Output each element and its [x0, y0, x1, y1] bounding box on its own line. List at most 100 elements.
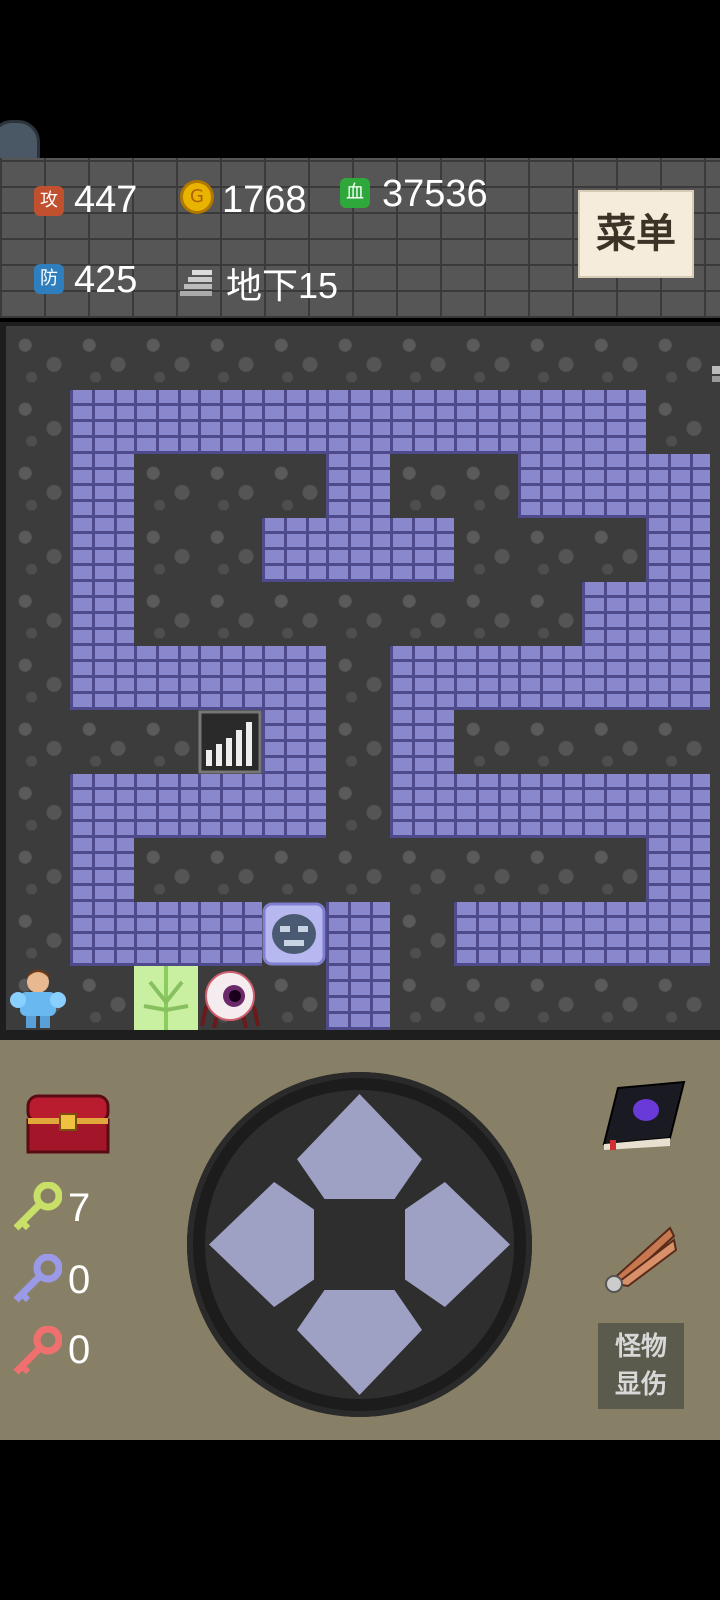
floor-tile: [390, 582, 454, 646]
wing-icon[interactable]: [600, 1222, 680, 1294]
wall-tile: [390, 774, 454, 838]
wall-tile: [646, 518, 710, 582]
wall-tile: [262, 646, 326, 710]
floor-tile: [582, 326, 646, 390]
floor-tile: [582, 838, 646, 902]
floor-tile: [518, 582, 582, 646]
stairs-down-icon[interactable]: [198, 710, 262, 774]
floor-tile: [710, 966, 720, 1030]
wall-tile: [582, 774, 646, 838]
floor-tile: [646, 710, 710, 774]
floor-tile: [390, 966, 454, 1030]
wall-tile: [326, 966, 390, 1030]
wall-tile: [70, 774, 134, 838]
defense-value: 425: [74, 259, 138, 301]
floor-tile: [134, 582, 198, 646]
wall-tile: [454, 774, 518, 838]
floor-tile: [710, 582, 720, 646]
wall-tile: [646, 454, 710, 518]
hp-icon: 血: [340, 178, 370, 208]
floor-tile: [646, 326, 710, 390]
floor-tile: [198, 518, 262, 582]
wall-tile: [134, 902, 198, 966]
defense-icon: 防: [34, 264, 64, 294]
floor-tile: [518, 838, 582, 902]
wall-tile: [454, 390, 518, 454]
floor-tile: [454, 326, 518, 390]
hero-icon[interactable]: [6, 966, 70, 1030]
floor-tile: [198, 838, 262, 902]
floor-tile: [6, 326, 70, 390]
wall-tile: [454, 902, 518, 966]
wall-tile: [390, 646, 454, 710]
floor-tile: [134, 518, 198, 582]
floor-tile: [454, 518, 518, 582]
floor-tile: [134, 838, 198, 902]
stairs-icon: [180, 268, 214, 302]
floor-tile: [198, 582, 262, 646]
wall-tile: [582, 646, 646, 710]
wall-tile: [518, 646, 582, 710]
floor-tile: [198, 454, 262, 518]
hp-value: 37536: [382, 173, 488, 215]
wall-tile: [390, 518, 454, 582]
wall-tile: [70, 902, 134, 966]
wall-tile: [390, 390, 454, 454]
floor-tile: [326, 774, 390, 838]
attack-icon: 攻: [34, 186, 64, 216]
floor-tile: [710, 518, 720, 582]
wall-tile: [198, 774, 262, 838]
floor-tile: [6, 518, 70, 582]
stairs-up-icon[interactable]: [710, 326, 720, 390]
floor-tile: [710, 390, 720, 454]
red-key-count: 0: [68, 1328, 91, 1372]
monster-damage-toggle[interactable]: 怪物 显伤: [598, 1323, 684, 1409]
floor-tile: [326, 646, 390, 710]
wall-tile: [70, 454, 134, 518]
stone-monster-icon[interactable]: [262, 902, 326, 966]
wall-tile: [326, 454, 390, 518]
wall-tile: [134, 646, 198, 710]
floor-tile: [454, 966, 518, 1030]
wall-tile: [134, 774, 198, 838]
menu-button[interactable]: 菜单: [578, 190, 694, 278]
blue-key-icon: [10, 1253, 63, 1306]
game-map[interactable]: [0, 322, 720, 1040]
floor-tile: [518, 518, 582, 582]
wall-tile: [70, 390, 134, 454]
floor-tile: [262, 454, 326, 518]
wall-tile: [646, 582, 710, 646]
yellow-key-icon: [10, 1181, 63, 1234]
wall-tile: [326, 390, 390, 454]
floor-tile: [710, 454, 720, 518]
floor-tile: [390, 326, 454, 390]
wall-tile: [518, 774, 582, 838]
wall-tile: [582, 454, 646, 518]
floor-tile: [6, 902, 70, 966]
wall-tile: [326, 902, 390, 966]
wall-tile: [646, 774, 710, 838]
floor-tile: [6, 646, 70, 710]
direction-pad: [187, 1072, 532, 1417]
green-door-icon[interactable]: [134, 966, 198, 1030]
wall-tile: [198, 646, 262, 710]
book-icon[interactable]: [600, 1080, 686, 1152]
floor-tile: [646, 966, 710, 1030]
floor-tile: [134, 326, 198, 390]
floor-tile: [262, 326, 326, 390]
floor-tile: [518, 966, 582, 1030]
floor-tile: [326, 582, 390, 646]
floor-tile: [6, 838, 70, 902]
wall-tile: [262, 518, 326, 582]
floor-tile: [582, 966, 646, 1030]
wall-tile: [134, 390, 198, 454]
wall-tile: [518, 390, 582, 454]
floor-tile: [454, 838, 518, 902]
wall-tile: [582, 902, 646, 966]
wall-tile: [262, 774, 326, 838]
eyeball-monster-icon[interactable]: [198, 966, 262, 1030]
treasure-chest-icon[interactable]: [24, 1090, 112, 1156]
floor-tile: [262, 838, 326, 902]
blue-key-count: 0: [68, 1258, 91, 1302]
wall-tile: [70, 646, 134, 710]
